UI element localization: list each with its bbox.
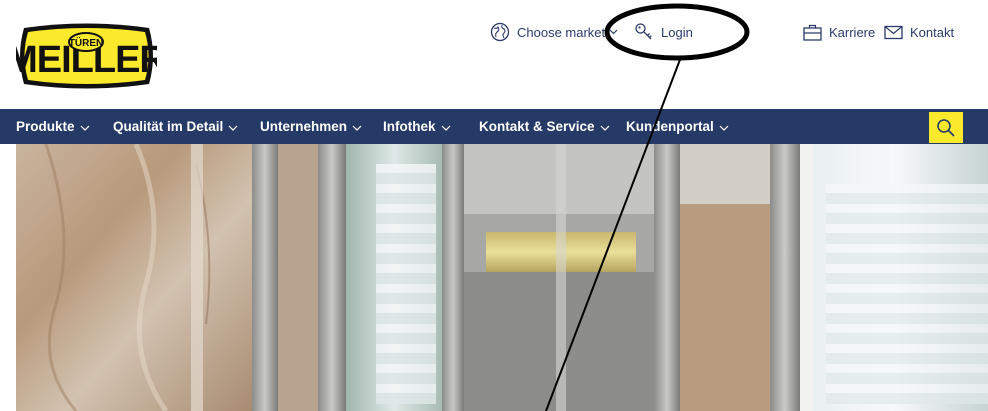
chevron-down-icon	[609, 29, 618, 35]
chevron-down-icon	[352, 125, 362, 131]
chevron-down-icon	[600, 125, 609, 131]
nav-item-infothek[interactable]: Infothek	[383, 109, 451, 144]
nav-label: Kundenportal	[626, 119, 714, 134]
nav-item-qualitaet[interactable]: Qualität im Detail	[113, 109, 238, 144]
search-icon	[937, 118, 955, 137]
nav-item-unternehmen[interactable]: Unternehmen	[260, 109, 362, 144]
nav-label: Kontakt & Service	[479, 119, 595, 134]
chevron-down-icon	[719, 125, 729, 131]
chevron-down-icon	[228, 125, 238, 131]
logo-subtext: TÜREN	[69, 36, 103, 49]
nav-item-kundenportal[interactable]: Kundenportal	[626, 109, 729, 144]
main-navigation: Produkte Qualität im Detail Unternehmen …	[0, 109, 988, 144]
chevron-down-icon	[80, 125, 89, 131]
choose-market-link[interactable]: Choose market	[490, 20, 625, 44]
globe-icon	[490, 22, 510, 42]
hero-image	[16, 144, 988, 411]
nav-item-produkte[interactable]: Produkte	[16, 109, 90, 144]
login-label: Login	[661, 24, 693, 40]
chevron-down-icon	[441, 125, 450, 131]
key-icon	[635, 23, 652, 40]
briefcase-icon	[803, 24, 822, 41]
nav-item-kontakt-service[interactable]: Kontakt & Service	[479, 109, 610, 144]
kontakt-link[interactable]: Kontakt	[884, 20, 954, 44]
nav-label: Qualität im Detail	[113, 119, 224, 134]
search-button[interactable]	[929, 112, 963, 143]
site-header: MEILLER TÜREN Choose market Login Karrie…	[0, 0, 988, 109]
nav-label: Unternehmen	[260, 119, 348, 134]
choose-market-label: Choose market	[517, 24, 606, 40]
meiller-logo[interactable]: MEILLER TÜREN	[6, 22, 167, 90]
nav-label: Produkte	[16, 119, 75, 134]
kontakt-label: Kontakt	[910, 24, 955, 40]
envelope-icon	[884, 25, 903, 39]
karriere-link[interactable]: Karriere	[803, 20, 875, 44]
login-link[interactable]: Login	[634, 20, 693, 44]
karriere-label: Karriere	[829, 24, 876, 40]
nav-label: Infothek	[383, 119, 436, 134]
